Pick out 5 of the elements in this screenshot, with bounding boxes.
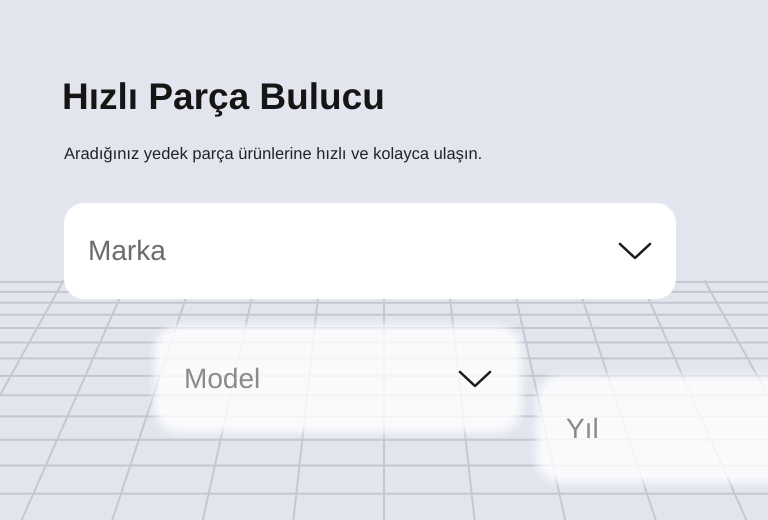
select-field[interactable]: Yıl xyxy=(542,381,768,477)
select-field[interactable]: Model xyxy=(160,331,516,427)
select-field[interactable]: Marka xyxy=(64,203,676,299)
page-title: Hızlı Parça Bulucu xyxy=(62,75,386,119)
subtitle: Aradığınız yedek parça ürünlerine hızlı ve kolayca ulaşın. xyxy=(64,144,484,166)
